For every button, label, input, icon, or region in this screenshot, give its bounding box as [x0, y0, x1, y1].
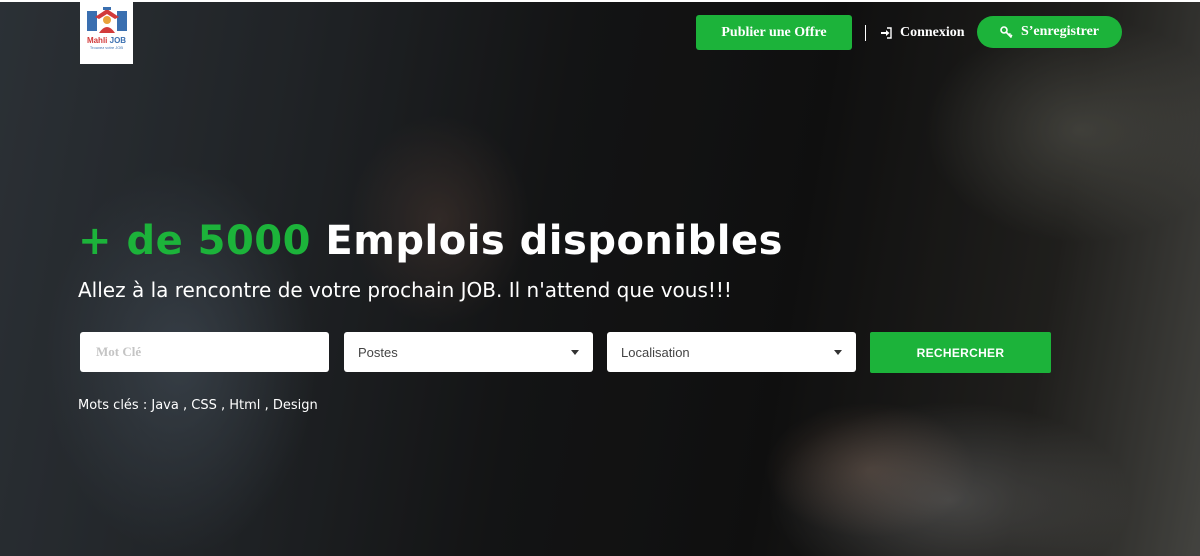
- headline-count: + de 5000: [78, 218, 311, 264]
- keyword-separator: ,: [182, 398, 188, 413]
- keyword-field[interactable]: [80, 332, 329, 372]
- position-select[interactable]: Postes: [344, 332, 593, 372]
- caret-down-icon: [834, 349, 842, 355]
- location-select[interactable]: Localisation: [607, 332, 856, 372]
- sign-in-icon: [881, 27, 892, 39]
- logo-mark-icon: [86, 7, 127, 33]
- keyword-link-css[interactable]: CSS: [191, 398, 217, 413]
- logo-tagline: Trouvez votre JOB: [89, 45, 124, 50]
- keyword-link-java[interactable]: Java: [151, 398, 178, 413]
- keyword-separator: ,: [264, 398, 269, 413]
- position-select-value: Postes: [358, 344, 398, 360]
- keyword-input[interactable]: [80, 332, 329, 372]
- register-button[interactable]: S’enregistrer: [977, 16, 1122, 48]
- key-icon: [1000, 25, 1013, 38]
- hero-subheadline: Allez à la rencontre de votre prochain J…: [78, 278, 732, 302]
- login-link[interactable]: Connexion: [880, 18, 965, 48]
- keyword-link-design[interactable]: Design: [273, 398, 318, 413]
- login-label: Connexion: [900, 25, 965, 40]
- search-button[interactable]: RECHERCHER: [870, 332, 1051, 373]
- publish-offer-label: Publier une Offre: [721, 24, 827, 40]
- register-label: S’enregistrer: [1020, 24, 1099, 39]
- keyword-separator: ,: [220, 398, 226, 413]
- logo-wordmark: Mahli JOB: [86, 36, 127, 45]
- hero-headline: + de 5000 Emplois disponibles: [78, 218, 783, 264]
- popular-keywords: Mots clés : Java , CSS , Html , Design: [78, 398, 318, 413]
- search-button-label: RECHERCHER: [916, 345, 1005, 360]
- publish-offer-button[interactable]: Publier une Offre: [696, 15, 852, 50]
- nav-divider: [865, 25, 866, 41]
- keyword-link-html[interactable]: Html: [229, 398, 260, 413]
- caret-down-icon: [571, 349, 579, 355]
- headline-text: Emplois disponibles: [310, 218, 783, 264]
- top-border: [0, 0, 1200, 2]
- keywords-label: Mots clés :: [78, 398, 148, 413]
- site-logo[interactable]: Mahli JOB Trouvez votre JOB: [80, 2, 133, 64]
- location-select-value: Localisation: [621, 344, 690, 360]
